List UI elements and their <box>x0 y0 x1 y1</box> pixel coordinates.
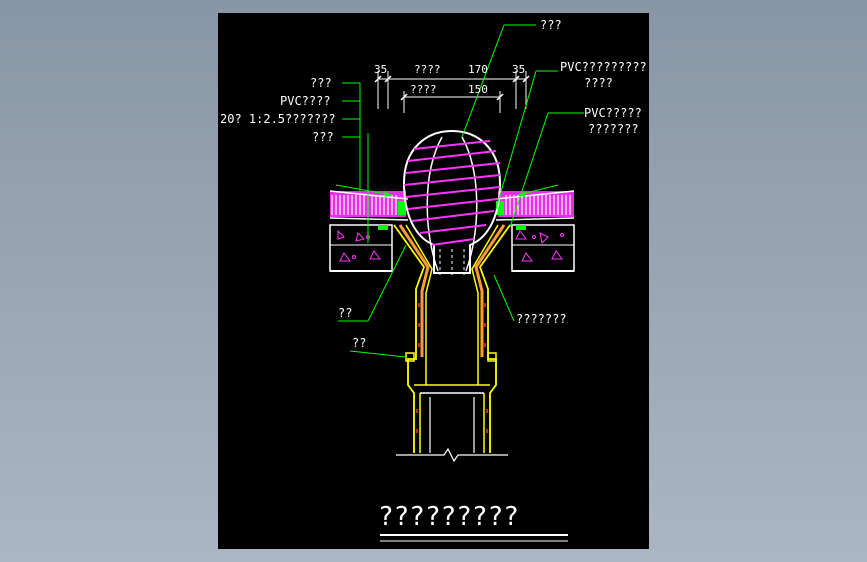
label-left-mid: ?? <box>338 306 352 320</box>
cad-viewport: ??? PVC????????? ???? PVC????? ??????? ?… <box>0 0 867 562</box>
label-top: ??? <box>540 18 562 32</box>
drawing-sheet: ??? PVC????????? ???? PVC????? ??????? ?… <box>218 13 649 549</box>
label-left-low: ?? <box>352 336 366 350</box>
roof-right <box>495 190 575 272</box>
title-block: ????????? <box>378 502 568 542</box>
slab-aggregate-right <box>515 230 564 262</box>
dim-150-label: ???? <box>410 83 437 96</box>
drawing-title: ????????? <box>378 502 519 532</box>
label-pvc-right-1: PVC????? <box>584 106 642 120</box>
dim-170-label: ???? <box>414 63 441 76</box>
label-right-mid: ??????? <box>516 312 567 326</box>
label-left-4: ??? <box>312 130 334 144</box>
label-pvc-top-right-1: PVC????????? <box>560 60 647 74</box>
dim-170: 170 <box>468 63 488 76</box>
roof-left <box>329 190 409 272</box>
label-left-1: ??? <box>310 76 332 90</box>
dim-35-right: 35 <box>512 63 525 76</box>
dim-150: 150 <box>468 83 488 96</box>
roof-drain-detail-drawing: ??? PVC????????? ???? PVC????? ??????? ?… <box>220 18 647 542</box>
label-pvc-right-2: ??????? <box>588 122 639 136</box>
label-pvc-top-right-2: ???? <box>584 76 613 90</box>
drain-body <box>393 201 511 463</box>
slab-aggregate-left <box>337 229 381 262</box>
dimension-lines <box>374 71 530 113</box>
label-left-2: PVC???? <box>280 94 331 108</box>
dome-bars <box>403 140 501 246</box>
label-left-3: 20? 1:2.5??????? <box>220 112 336 126</box>
dim-35-left: 35 <box>374 63 387 76</box>
